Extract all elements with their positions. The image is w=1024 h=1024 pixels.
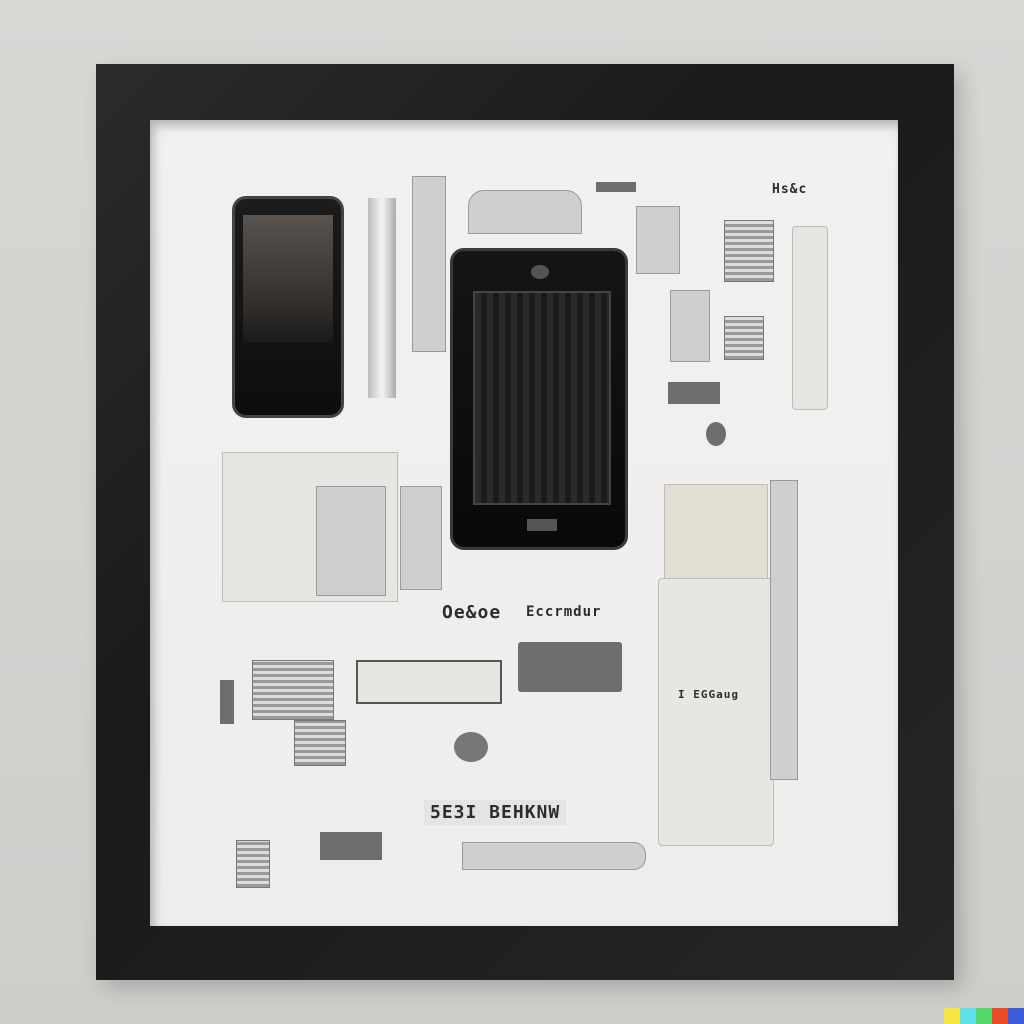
card-strip [400,486,442,590]
color-watermark [944,1008,1024,1024]
logic-board [473,291,611,505]
circuit-plate [252,660,334,720]
label-bottom: 5E3I BEHKNW [424,800,567,825]
small-phone [232,196,344,418]
label-mid-center: Eccrmdur [526,604,602,620]
top-bracket [468,190,582,234]
metal-strip [412,176,446,352]
cable-piece [220,680,234,724]
watermark-green [976,1008,992,1024]
long-bracket [462,842,646,870]
watermark-red [992,1008,1008,1024]
battery-pack [658,578,774,846]
small-part [596,182,636,192]
small-chip [236,840,270,888]
battery-cell [518,642,622,692]
small-phone-screen [243,215,333,343]
flex-strip [770,480,798,780]
watermark-yellow [944,1008,960,1024]
watermark-blue [1008,1008,1024,1024]
home-button [527,519,557,531]
card-panel [316,486,386,596]
large-phone-back [450,248,628,550]
shield-part [636,206,680,274]
speaker-round [454,732,488,762]
component [670,290,710,362]
plate [320,832,382,860]
speaker-grill [724,220,774,282]
display-strip [356,660,502,704]
label-module: I EGGaug [678,688,739,701]
side-bar [792,226,828,410]
camera-lens [531,265,549,279]
metal-rod [368,198,396,398]
battery-top [664,484,768,580]
chip [724,316,764,360]
screw [706,422,726,446]
label-top-right: Hs&c [772,182,808,197]
label-mid-left: Oe&oe [442,602,502,623]
connector [668,382,720,404]
small-board [294,720,346,766]
watermark-cyan [960,1008,976,1024]
mat-board: Hs&c Oe&oe Eccrmdur I EGGaug 5E3I BEHKNW [150,120,898,926]
